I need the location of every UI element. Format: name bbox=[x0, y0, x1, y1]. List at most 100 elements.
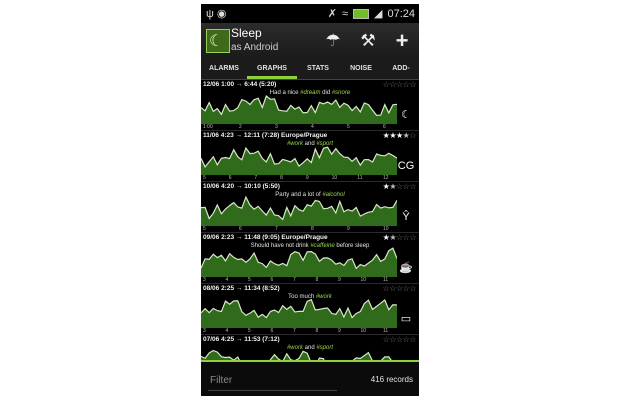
sleep-record[interactable]: 09/06 2:23 → 11:48 (9:05) Europe/Prague ★… bbox=[201, 233, 419, 284]
tab-stats[interactable]: STATS bbox=[297, 59, 339, 79]
time-tick: 5 bbox=[248, 277, 251, 283]
status-left-icons: ψ ◉ bbox=[206, 7, 227, 20]
note-text: Too much bbox=[288, 294, 316, 300]
plus-icon[interactable]: + bbox=[390, 30, 414, 52]
rating-stars[interactable]: ★★★★☆ bbox=[383, 131, 417, 140]
sleep-graph-area bbox=[201, 147, 397, 175]
rating-stars[interactable]: ☆☆☆☆☆ bbox=[383, 284, 417, 293]
status-right-icons: ✗ ≈ ◢ 07:24 bbox=[328, 7, 415, 21]
time-tick: 8 bbox=[315, 328, 319, 334]
usb-icon: ψ bbox=[206, 8, 214, 20]
record-header: 07/06 4:25 → 11:53 (7:12) bbox=[203, 336, 280, 343]
time-tick: 6 bbox=[228, 175, 232, 181]
bottom-bar: 416 records bbox=[201, 360, 419, 396]
record-note: Should have not drink #caffeine before s… bbox=[201, 243, 419, 249]
tab-add[interactable]: ADD- bbox=[383, 59, 419, 79]
status-bar: ψ ◉ ✗ ≈ ◢ 07:24 bbox=[201, 4, 419, 23]
time-tick: 6 bbox=[270, 277, 274, 283]
star-icon[interactable]: ★ bbox=[389, 233, 396, 242]
time-tick: 9 bbox=[338, 277, 341, 283]
umbrella-icon[interactable]: ☂ bbox=[321, 30, 345, 52]
app-logo-icon[interactable]: ☾ bbox=[206, 29, 230, 53]
sleep-record[interactable]: 11/06 4:23 → 12:11 (7:28) Europe/Prague ★… bbox=[201, 131, 419, 182]
star-icon[interactable]: ☆ bbox=[389, 284, 396, 293]
tab-graphs[interactable]: GRAPHS bbox=[247, 59, 297, 79]
star-icon[interactable]: ☆ bbox=[409, 182, 416, 191]
note-tag[interactable]: #sport bbox=[316, 345, 333, 351]
time-tick: 7 bbox=[254, 175, 258, 181]
note-tag[interactable]: #dream bbox=[300, 90, 320, 96]
note-tag[interactable]: #snore bbox=[332, 90, 350, 96]
time-tick: 3 bbox=[275, 124, 278, 130]
star-icon[interactable]: ★ bbox=[396, 131, 403, 140]
records-count: 416 records bbox=[370, 375, 413, 384]
time-tick: 4 bbox=[225, 277, 229, 283]
tab-noise[interactable]: NOISE bbox=[339, 59, 383, 79]
note-text: before sleep bbox=[334, 243, 370, 249]
star-icon[interactable]: ☆ bbox=[409, 284, 416, 293]
rating-stars[interactable]: ☆☆☆☆☆ bbox=[383, 335, 417, 344]
tab-alarms[interactable]: ALARMS bbox=[201, 59, 247, 79]
time-tick: 5 bbox=[347, 124, 350, 130]
star-icon[interactable]: ★ bbox=[389, 182, 396, 191]
star-icon[interactable]: ☆ bbox=[389, 335, 396, 344]
record-note: #work and #sport bbox=[201, 345, 419, 351]
note-tag[interactable]: #sport bbox=[316, 141, 333, 147]
time-tick: 7 bbox=[275, 226, 278, 232]
note-text: did bbox=[320, 90, 332, 96]
sleep-records-list[interactable]: 12/06 1:00 → 6:44 (5:20) ☆☆☆☆☆ Had a nice … bbox=[201, 80, 419, 360]
time-tick: 10 bbox=[360, 277, 367, 283]
time-tick: 10 bbox=[331, 175, 338, 181]
action-bar: ☾ Sleep as Android ☂ ⚒ + bbox=[201, 23, 419, 59]
record-header: 12/06 1:00 → 6:44 (5:20) bbox=[203, 81, 277, 88]
filter-input[interactable] bbox=[208, 370, 337, 391]
time-tick: 8 bbox=[315, 277, 319, 283]
sleep-record[interactable]: 08/06 2:25 → 11:34 (8:52) ☆☆☆☆☆ Too much #… bbox=[201, 284, 419, 335]
sleep-record[interactable]: 07/06 4:25 → 11:53 (7:12) ☆☆☆☆☆ #work and … bbox=[201, 335, 419, 360]
time-tick: 6 bbox=[270, 328, 274, 334]
star-icon[interactable]: ☆ bbox=[409, 335, 416, 344]
rating-stars[interactable]: ★★☆☆☆ bbox=[383, 233, 417, 242]
note-tag[interactable]: #work bbox=[287, 141, 303, 147]
star-icon[interactable]: ☆ bbox=[396, 284, 403, 293]
star-icon[interactable]: ★ bbox=[389, 131, 396, 140]
star-icon[interactable]: ☆ bbox=[396, 233, 403, 242]
rating-stars[interactable]: ★★☆☆☆ bbox=[383, 182, 417, 191]
record-note: #work and #sport bbox=[201, 141, 419, 147]
star-icon[interactable]: ☆ bbox=[396, 80, 403, 89]
note-tag[interactable]: #work bbox=[287, 345, 303, 351]
time-tick: 9 bbox=[338, 328, 341, 334]
time-tick: 5 bbox=[248, 328, 251, 334]
wrench-icon[interactable]: ⚒ bbox=[356, 30, 380, 52]
star-icon[interactable]: ☆ bbox=[389, 80, 396, 89]
star-icon[interactable]: ☆ bbox=[396, 182, 403, 191]
note-tag[interactable]: #work bbox=[316, 294, 332, 300]
phone-screen: ψ ◉ ✗ ≈ ◢ 07:24 ☾ Sleep as Android ☂ ⚒ +… bbox=[201, 4, 419, 396]
time-tick: 10 bbox=[360, 328, 367, 334]
wifi-icon: ≈ bbox=[341, 7, 348, 20]
time-tick: 11 bbox=[383, 277, 389, 283]
time-tick: 9 bbox=[347, 226, 350, 232]
time-tick: 5 bbox=[203, 226, 206, 232]
time-tick: 7 bbox=[293, 277, 296, 283]
rating-stars[interactable]: ☆☆☆☆☆ bbox=[383, 80, 417, 89]
time-tick: 7 bbox=[293, 328, 296, 334]
status-time: 07:24 bbox=[387, 7, 415, 20]
time-tick: 8 bbox=[280, 175, 283, 181]
note-text: Party and a lot of bbox=[275, 192, 323, 198]
laptop-cg-icon: CG bbox=[397, 160, 415, 172]
star-icon[interactable]: ☆ bbox=[409, 233, 416, 242]
note-tag[interactable]: #alcohol bbox=[322, 192, 344, 198]
star-icon[interactable]: ☆ bbox=[396, 335, 403, 344]
note-tag[interactable]: #caffeine bbox=[310, 243, 334, 249]
star-icon[interactable]: ☆ bbox=[409, 131, 416, 140]
time-tick: 9 bbox=[305, 175, 309, 181]
time-tick: 1:00 bbox=[203, 124, 213, 130]
star-icon[interactable]: ☆ bbox=[409, 80, 416, 89]
laptop-icon: ▭ bbox=[400, 313, 412, 325]
android-icon: ◉ bbox=[216, 8, 227, 20]
sleep-record[interactable]: 12/06 1:00 → 6:44 (5:20) ☆☆☆☆☆ Had a nice … bbox=[201, 80, 419, 131]
sleep-record[interactable]: 10/06 4:20 → 10:10 (5:50) ★★☆☆☆ Party and … bbox=[201, 182, 419, 233]
record-note: Party and a lot of #alcohol bbox=[201, 192, 419, 198]
signal-icon: ◢ bbox=[374, 8, 383, 20]
